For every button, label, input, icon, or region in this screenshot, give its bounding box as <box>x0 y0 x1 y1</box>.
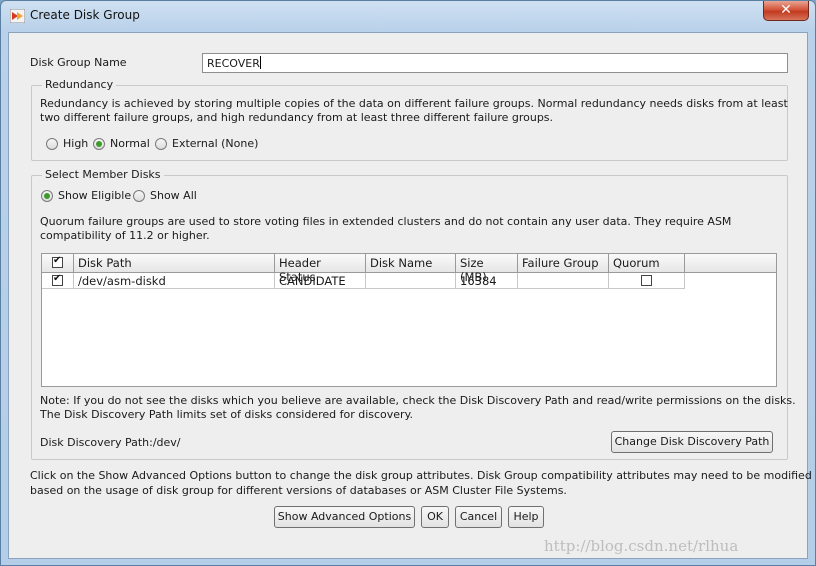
title-bar[interactable]: Create Disk Group ✕ <box>1 1 815 31</box>
cancel-button[interactable]: Cancel <box>455 506 502 528</box>
discovery-note-line2: The Disk Discovery Path limits set of di… <box>40 408 414 421</box>
column-header-size[interactable]: Size (MB) <box>456 254 518 284</box>
cell-quorum[interactable] <box>609 273 685 289</box>
discovery-note-line1: Note: If you do not see the disks which … <box>40 394 796 407</box>
member-disks-legend: Select Member Disks <box>42 168 164 181</box>
disk-table[interactable]: Disk Path Header Status Disk Name Size (… <box>41 253 777 387</box>
row-select-checkbox[interactable] <box>52 273 63 286</box>
quorum-note-line2: compatibility of 11.2 or higher. <box>40 229 210 242</box>
quorum-note-line1: Quorum failure groups are used to store … <box>40 215 732 228</box>
advanced-hint-line1: Click on the Show Advanced Options butto… <box>30 469 812 482</box>
redundancy-description-line2: two different failure groups, and high r… <box>40 111 554 124</box>
quorum-checkbox[interactable] <box>641 275 652 286</box>
dialog-content: Disk Group Name RECOVER Redundancy Redun… <box>8 32 812 559</box>
cell-size[interactable]: 16384 <box>456 273 518 289</box>
text-caret <box>259 56 261 69</box>
cell-disk-path[interactable]: /dev/asm-diskd <box>74 273 275 289</box>
radio-high-label[interactable]: High <box>63 137 88 150</box>
redundancy-legend: Redundancy <box>42 78 117 91</box>
radio-normal[interactable] <box>93 138 105 150</box>
window-title: Create Disk Group <box>30 8 140 22</box>
radio-show-all[interactable] <box>133 190 145 202</box>
disk-group-name-label: Disk Group Name <box>30 56 127 69</box>
radio-external-label[interactable]: External (None) <box>172 137 258 150</box>
show-advanced-options-button[interactable]: Show Advanced Options <box>274 506 415 528</box>
close-button[interactable]: ✕ <box>763 1 809 21</box>
redundancy-group: Redundancy Redundancy is achieved by sto… <box>31 78 788 161</box>
radio-show-eligible-label[interactable]: Show Eligible <box>58 189 131 202</box>
radio-show-eligible[interactable] <box>41 190 53 202</box>
radio-show-all-label[interactable]: Show All <box>150 189 197 202</box>
column-header-header-status[interactable]: Header Status <box>275 254 366 284</box>
advanced-hint-line2: based on the usage of disk group for dif… <box>30 484 567 497</box>
ok-button[interactable]: OK <box>421 506 449 528</box>
radio-high[interactable] <box>46 138 58 150</box>
disk-group-name-value: RECOVER <box>207 57 260 70</box>
column-header-filler <box>685 254 776 273</box>
close-icon: ✕ <box>780 2 792 18</box>
column-header-quorum[interactable]: Quorum <box>609 254 685 273</box>
app-icon <box>10 9 25 23</box>
create-disk-group-window: Create Disk Group ✕ Disk Group Name RECO… <box>0 0 816 566</box>
disk-group-name-input[interactable]: RECOVER <box>202 53 788 73</box>
table-header-select[interactable] <box>42 254 74 273</box>
select-all-checkbox[interactable] <box>52 255 63 268</box>
discovery-path-text: Disk Discovery Path:/dev/ <box>40 436 181 449</box>
help-button[interactable]: Help <box>508 506 544 528</box>
radio-external[interactable] <box>155 138 167 150</box>
column-header-disk-path[interactable]: Disk Path <box>74 254 275 273</box>
cell-disk-name[interactable] <box>366 273 456 289</box>
redundancy-description-line1: Redundancy is achieved by storing multip… <box>40 97 788 110</box>
cell-failure-group[interactable] <box>518 273 609 289</box>
change-discovery-path-button[interactable]: Change Disk Discovery Path <box>611 431 773 453</box>
cell-header-status[interactable]: CANDIDATE <box>275 273 366 289</box>
column-header-failure-group[interactable]: Failure Group <box>518 254 609 273</box>
watermark: http://blog.csdn.net/rlhua <box>544 537 739 555</box>
radio-normal-label[interactable]: Normal <box>110 137 150 150</box>
table-row-select-cell[interactable] <box>42 273 74 289</box>
column-header-disk-name[interactable]: Disk Name <box>366 254 456 273</box>
